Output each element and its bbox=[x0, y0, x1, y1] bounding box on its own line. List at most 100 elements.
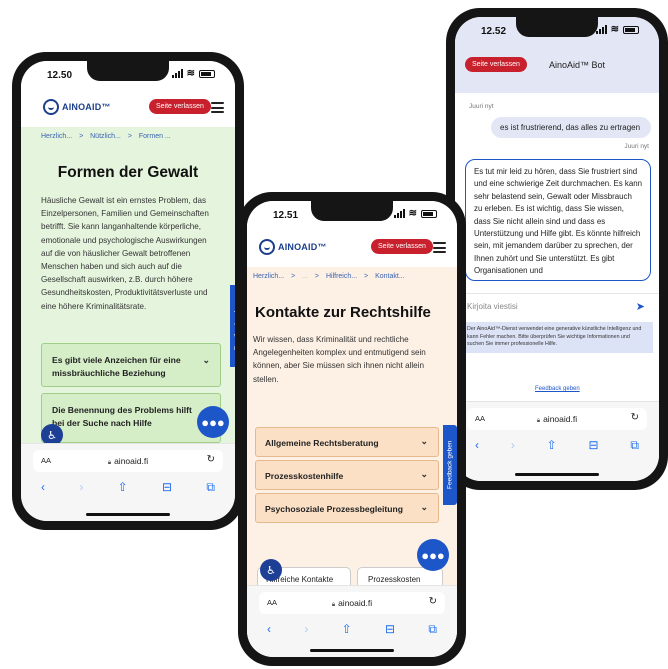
accordion-label: Es gibt viele Anzeichen für eine missbrä… bbox=[52, 355, 181, 378]
user-message: es ist frustrierend, das alles zu ertrag… bbox=[491, 117, 651, 138]
exit-button[interactable]: Seite verlassen bbox=[149, 99, 211, 114]
back-icon[interactable]: ‹ bbox=[267, 622, 271, 637]
forward-icon[interactable]: › bbox=[304, 622, 308, 637]
disclaimer-box: Der AinoAid™-Dienst verwendet eine gener… bbox=[461, 322, 653, 353]
breadcrumb-item[interactable]: Herzlich... bbox=[41, 133, 72, 140]
feedback-tab[interactable]: Feedback geben bbox=[230, 285, 235, 367]
breadcrumb-item[interactable]: Kontakt... bbox=[375, 273, 405, 280]
chevron-down-icon: ⌄ bbox=[202, 355, 210, 365]
menu-icon[interactable] bbox=[433, 242, 446, 256]
address-bar[interactable]: AA 🔒︎ ainoaid.fi ↻ bbox=[467, 408, 647, 430]
accordion-item[interactable]: Es gibt viele Anzeichen für eine missbrä… bbox=[41, 343, 221, 387]
breadcrumb-item[interactable]: Formen ... bbox=[139, 133, 171, 140]
url-text: ainoaid.fi bbox=[338, 598, 373, 608]
battery-icon bbox=[421, 209, 437, 218]
phone-forms-of-violence: 12.50 ≋ AINOAID™ Seite verlassen Herzlic… bbox=[12, 52, 244, 530]
logo-icon bbox=[259, 239, 275, 255]
logo-icon bbox=[43, 99, 59, 115]
accordion-label: Psychosoziale Prozessbegleitung bbox=[265, 504, 404, 514]
battery-icon bbox=[199, 69, 215, 78]
browser-bar: AA 🔒︎ ainoaid.fi ↻ ‹ › ⇧ ⊟ ⧉ bbox=[247, 585, 457, 657]
tabs-icon[interactable]: ⧉ bbox=[428, 622, 437, 637]
bookmarks-icon[interactable]: ⊟ bbox=[589, 438, 599, 453]
back-icon[interactable]: ‹ bbox=[41, 480, 45, 495]
url-text: ainoaid.fi bbox=[543, 414, 578, 424]
accordion-label: Allgemeine Rechtsberatung bbox=[265, 438, 379, 448]
browser-toolbar: ‹ › ⇧ ⊟ ⧉ bbox=[247, 614, 457, 637]
logo[interactable]: AINOAID™ bbox=[259, 239, 327, 255]
reload-icon[interactable]: ↻ bbox=[207, 454, 215, 465]
feedback-tab-label: Feedback geben bbox=[446, 440, 454, 490]
send-icon[interactable]: ➤ bbox=[636, 300, 645, 313]
breadcrumb: Herzlich... > Nützlich... > Formen ... bbox=[41, 133, 171, 140]
home-indicator bbox=[310, 649, 394, 652]
breadcrumb: Herzlich... > ... > Hilfreich... > Konta… bbox=[253, 273, 405, 280]
accordion-item[interactable]: Prozesskostenhilfe ⌄ bbox=[255, 460, 439, 490]
feedback-tab-label: Feedback geben bbox=[234, 302, 236, 350]
chat-header: Seite verlassen AinoAid™ Bot bbox=[455, 43, 659, 93]
tabs-icon[interactable]: ⧉ bbox=[206, 480, 215, 495]
lock-icon: 🔒︎ bbox=[331, 602, 336, 608]
timestamp: Juuri nyt bbox=[624, 143, 649, 150]
browser-toolbar: ‹ › ⇧ ⊟ ⧉ bbox=[455, 430, 659, 453]
message-input[interactable]: Kirjoita viestisi bbox=[467, 302, 518, 311]
share-icon[interactable]: ⇧ bbox=[547, 438, 557, 453]
accordion-item[interactable]: Die Benennung des Problems hilft bei der… bbox=[41, 393, 221, 443]
phone-chatbot: 12.52 ≋ Seite verlassen AinoAid™ Bot Juu… bbox=[446, 8, 668, 490]
signal-icon bbox=[171, 69, 183, 78]
accordion-item[interactable]: Psychosoziale Prozessbegleitung ⌄ bbox=[255, 493, 439, 523]
chevron-down-icon: ⌄ bbox=[420, 502, 428, 512]
intro-paragraph: Häusliche Gewalt ist ein ernstes Problem… bbox=[41, 196, 209, 311]
signal-icon bbox=[393, 209, 405, 218]
breadcrumb-item[interactable]: ... bbox=[302, 273, 308, 280]
forward-icon[interactable]: › bbox=[79, 480, 83, 495]
accordion-label: Die Benennung des Problems hilft bei der… bbox=[52, 405, 192, 428]
address-bar[interactable]: AA 🔒︎ ainoaid.fi ↻ bbox=[33, 450, 223, 472]
accordion: Allgemeine Rechtsberatung ⌄ Prozesskoste… bbox=[255, 427, 439, 523]
share-icon[interactable]: ⇧ bbox=[118, 480, 128, 495]
share-icon[interactable]: ⇧ bbox=[342, 622, 352, 637]
logo-text: AINOAID™ bbox=[278, 242, 327, 252]
breadcrumb-item[interactable]: Herzlich... bbox=[253, 273, 284, 280]
exit-button[interactable]: Seite verlassen bbox=[371, 239, 433, 254]
browser-toolbar: ‹ › ⇧ ⊟ ⧉ bbox=[21, 472, 235, 495]
home-indicator bbox=[86, 513, 170, 516]
tabs-icon[interactable]: ⧉ bbox=[630, 438, 639, 453]
accordion-item[interactable]: Allgemeine Rechtsberatung ⌄ bbox=[255, 427, 439, 457]
address-bar[interactable]: AA 🔒︎ ainoaid.fi ↻ bbox=[259, 592, 445, 614]
logo[interactable]: AINOAID™ bbox=[43, 99, 111, 115]
chevron-down-icon: ⌄ bbox=[420, 469, 428, 479]
bot-title: AinoAid™ Bot bbox=[549, 60, 606, 70]
breadcrumb-item[interactable]: Hilfreich... bbox=[326, 273, 357, 280]
bot-message: Es tut mir leid zu hören, dass Sie frust… bbox=[465, 159, 651, 281]
browser-bar: AA 🔒︎ ainoaid.fi ↻ ‹ › ⇧ ⊟ ⧉ bbox=[21, 443, 235, 521]
feedback-link[interactable]: Feedback geben bbox=[535, 386, 580, 392]
menu-icon[interactable] bbox=[211, 102, 224, 116]
intro-paragraph: Wir wissen, dass Kriminalität und rechtl… bbox=[253, 335, 426, 384]
page-title: Kontakte zur Rechtshilfe bbox=[255, 304, 431, 321]
disclaimer-text: Der AinoAid™-Dienst verwendet eine gener… bbox=[467, 326, 642, 347]
chat-body: Juuri nyt es ist frustrierend, das alles… bbox=[455, 93, 659, 353]
breadcrumb-item[interactable]: Nützlich... bbox=[90, 133, 121, 140]
url-text: ainoaid.fi bbox=[114, 456, 149, 466]
feedback-tab[interactable]: Feedback geben bbox=[443, 425, 457, 505]
status-time: 12.52 bbox=[481, 26, 507, 37]
chat-icon[interactable]: ●●● bbox=[417, 539, 449, 571]
exit-button[interactable]: Seite verlassen bbox=[465, 57, 527, 72]
bookmarks-icon[interactable]: ⊟ bbox=[162, 480, 172, 495]
bookmarks-icon[interactable]: ⊟ bbox=[385, 622, 395, 637]
app-header: AINOAID™ Seite verlassen bbox=[21, 87, 235, 127]
wifi-icon: ≋ bbox=[408, 208, 417, 219]
message-input-row: Kirjoita viestisi ➤ bbox=[455, 293, 659, 319]
browser-bar: AA 🔒︎ ainoaid.fi ↻ ‹ › ⇧ ⊟ ⧉ bbox=[455, 401, 659, 481]
home-indicator bbox=[515, 473, 599, 476]
timestamp: Juuri nyt bbox=[469, 103, 494, 110]
status-time: 12.51 bbox=[273, 210, 299, 221]
back-icon[interactable]: ‹ bbox=[475, 438, 479, 453]
chevron-down-icon: ⌄ bbox=[420, 436, 428, 446]
reload-icon[interactable]: ↻ bbox=[429, 596, 437, 607]
forward-icon[interactable]: › bbox=[511, 438, 515, 453]
chat-icon[interactable]: ●●● bbox=[197, 406, 229, 438]
accessibility-icon[interactable]: ♿︎ bbox=[260, 559, 282, 581]
reload-icon[interactable]: ↻ bbox=[631, 412, 639, 423]
